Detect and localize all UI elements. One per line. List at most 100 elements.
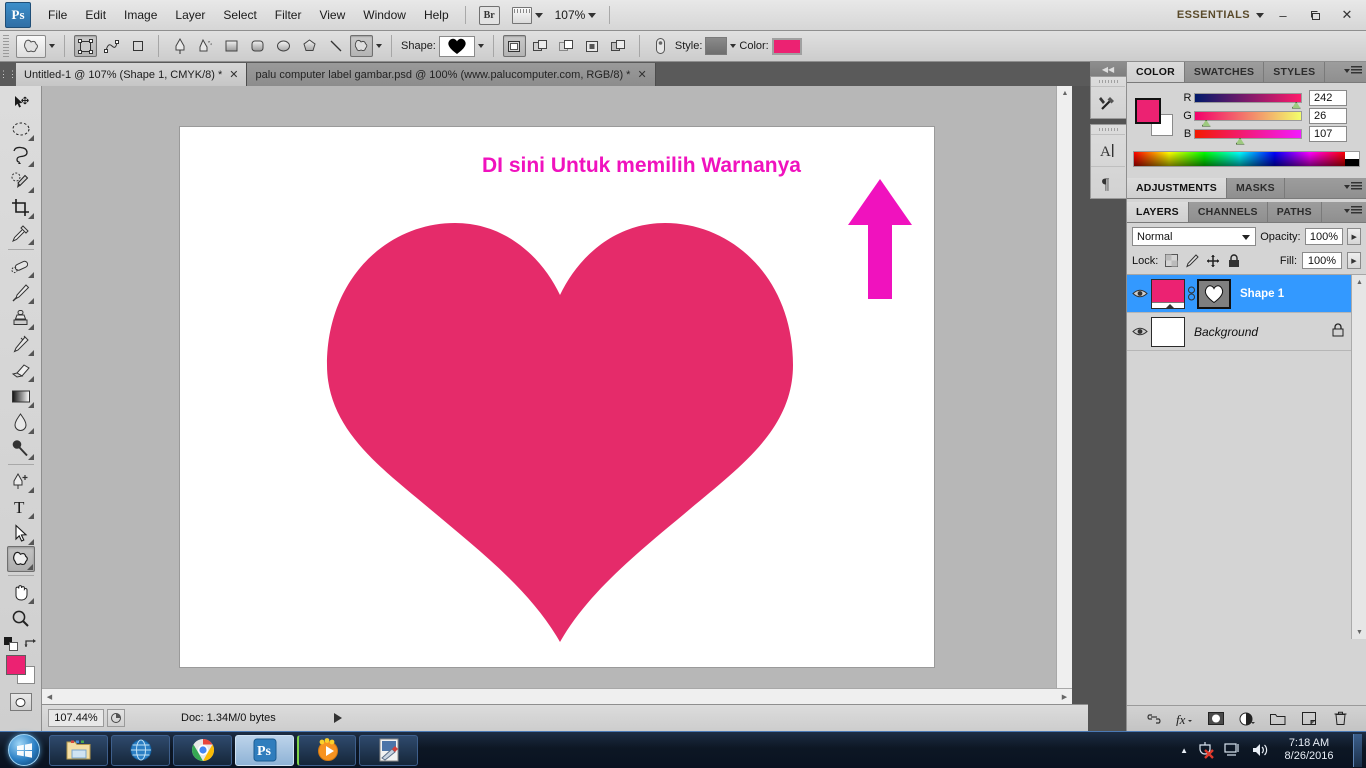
close-icon[interactable]: ✕ <box>229 68 238 81</box>
character-panel-icon[interactable]: A <box>1091 134 1125 166</box>
chevron-down-icon[interactable] <box>730 44 737 48</box>
pen-tool[interactable] <box>7 468 35 494</box>
blend-mode-select[interactable]: Normal <box>1132 227 1257 246</box>
menu-window[interactable]: Window <box>354 4 415 26</box>
custom-shape-picker[interactable] <box>438 35 475 57</box>
quick-mask-toggle[interactable] <box>9 693 32 711</box>
slider-thumb-b[interactable] <box>1235 137 1245 145</box>
close-button[interactable]: ✕ <box>1334 4 1360 26</box>
tab-swatches[interactable]: SWATCHES <box>1185 62 1265 82</box>
brush-tool[interactable] <box>7 279 35 305</box>
link-layers-icon[interactable] <box>1185 286 1197 302</box>
elliptical-marquee-tool[interactable] <box>7 116 35 142</box>
lock-all-icon[interactable] <box>1226 253 1242 269</box>
document-tab-palu-computer[interactable]: palu computer label gambar.psd @ 100% (w… <box>247 63 656 86</box>
menu-edit[interactable]: Edit <box>76 4 115 26</box>
channel-value-r[interactable]: 242 <box>1309 89 1347 106</box>
network-icon[interactable] <box>1224 742 1242 758</box>
taskbar-clock[interactable]: 7:18 AM 8/26/2016 <box>1278 737 1340 763</box>
tab-paths[interactable]: PATHS <box>1268 202 1322 222</box>
custom-shape-tool-button[interactable] <box>350 35 373 57</box>
volume-icon[interactable] <box>1251 742 1269 758</box>
zoom-tool[interactable] <box>7 605 35 631</box>
horizontal-type-tool[interactable]: T <box>7 494 35 520</box>
document-tab-untitled-1[interactable]: Untitled-1 @ 107% (Shape 1, CMYK/8) * ✕ <box>16 63 248 86</box>
show-desktop-button[interactable] <box>1353 733 1362 767</box>
menu-filter[interactable]: Filter <box>266 4 311 26</box>
layer-thumbnail[interactable] <box>1151 316 1185 347</box>
taskbar-item-media-player[interactable] <box>297 734 356 766</box>
gradient-tool[interactable] <box>7 383 35 409</box>
layer-style-picker[interactable] <box>649 35 672 57</box>
canvas-horizontal-scrollbar[interactable]: ◀ ▶ <box>42 688 1072 704</box>
lock-position-icon[interactable] <box>1205 253 1221 269</box>
dodge-tool[interactable] <box>7 435 35 461</box>
default-colors-icon[interactable] <box>4 637 18 651</box>
minimize-button[interactable]: – <box>1270 4 1296 26</box>
layer-row-shape-1[interactable]: Shape 1 <box>1127 275 1366 313</box>
spectrum-white-black[interactable] <box>1345 152 1359 166</box>
options-bar-grip[interactable] <box>3 35 9 57</box>
layer-style-icon[interactable]: fx <box>1176 710 1194 728</box>
layers-scrollbar[interactable]: ▲ ▼ <box>1351 275 1366 639</box>
pen-tool-button[interactable] <box>168 35 191 57</box>
tab-styles[interactable]: STYLES <box>1264 62 1326 82</box>
history-brush-tool[interactable] <box>7 331 35 357</box>
intersect-shape-button[interactable] <box>581 35 604 57</box>
tab-bar-grip[interactable]: ⋮⋮ <box>0 62 17 86</box>
dock-grip[interactable] <box>1091 125 1126 134</box>
swap-colors-icon[interactable] <box>24 638 37 651</box>
slider-thumb-g[interactable] <box>1201 119 1211 127</box>
fill-value-field[interactable]: 100% <box>1302 252 1342 269</box>
status-expand-icon[interactable] <box>333 713 342 723</box>
new-shape-layer-button[interactable] <box>502 35 526 57</box>
menu-layer[interactable]: Layer <box>166 4 214 26</box>
zoom-percentage-field[interactable]: 107.44% <box>48 709 104 727</box>
new-group-icon[interactable] <box>1269 710 1287 728</box>
scroll-down-icon[interactable]: ▼ <box>1352 625 1366 639</box>
close-icon[interactable]: ✕ <box>637 68 646 81</box>
workspace-label[interactable]: ESSENTIALS <box>1177 9 1250 21</box>
zoom-level-selector[interactable]: 107% <box>549 5 603 25</box>
slider-thumb-r[interactable] <box>1291 101 1301 109</box>
link-layers-icon[interactable] <box>1145 710 1163 728</box>
chevron-down-icon[interactable] <box>376 44 382 48</box>
spectrum-gradient[interactable] <box>1134 152 1345 166</box>
move-tool[interactable] <box>7 90 35 116</box>
layer-name-label[interactable]: Shape 1 <box>1240 288 1284 300</box>
channel-value-g[interactable]: 26 <box>1309 107 1347 124</box>
layer-visibility-toggle[interactable] <box>1129 288 1151 299</box>
slider-track-b[interactable] <box>1194 128 1302 145</box>
taskbar-item-adobe-photoshop[interactable]: Ps <box>235 734 294 766</box>
tab-masks[interactable]: MASKS <box>1227 178 1285 198</box>
tool-presets-icon[interactable] <box>1091 86 1125 118</box>
view-extras-button[interactable] <box>506 4 549 27</box>
lock-transparent-pixels-icon[interactable] <box>1163 253 1179 269</box>
fill-pixels-button[interactable] <box>126 35 149 57</box>
slider-track-g[interactable] <box>1194 110 1302 127</box>
shape-layers-button[interactable] <box>74 35 97 57</box>
spot-healing-brush-tool[interactable] <box>7 253 35 279</box>
chevron-down-icon[interactable] <box>477 44 484 48</box>
tab-layers[interactable]: LAYERS <box>1127 202 1189 222</box>
menu-image[interactable]: Image <box>115 4 166 26</box>
new-layer-icon[interactable] <box>1300 710 1318 728</box>
menu-select[interactable]: Select <box>214 4 265 26</box>
tool-preset-picker[interactable] <box>16 34 46 58</box>
taskbar-item-google-chrome[interactable] <box>173 734 232 766</box>
color-spectrum-ramp[interactable] <box>1133 151 1360 167</box>
canvas-vertical-scrollbar[interactable]: ▲ ▼ <box>1056 86 1072 704</box>
show-hidden-icons-button[interactable]: ▲ <box>1180 746 1188 755</box>
dock-grip[interactable] <box>1091 77 1126 86</box>
taskbar-item-paint-program[interactable] <box>359 734 418 766</box>
freeform-pen-tool-button[interactable] <box>194 35 217 57</box>
document-canvas[interactable]: DI sini Untuk memilih Warnanya <box>180 127 934 667</box>
photoshop-logo[interactable]: Ps <box>5 2 31 28</box>
chevron-down-icon[interactable] <box>49 44 55 48</box>
style-swatch[interactable] <box>705 37 728 55</box>
delete-layer-icon[interactable] <box>1331 710 1349 728</box>
menu-file[interactable]: File <box>39 4 76 26</box>
adjustments-panel-menu-button[interactable] <box>1344 182 1362 191</box>
add-to-shape-button[interactable] <box>529 35 552 57</box>
antivirus-icon[interactable] <box>1197 741 1215 759</box>
